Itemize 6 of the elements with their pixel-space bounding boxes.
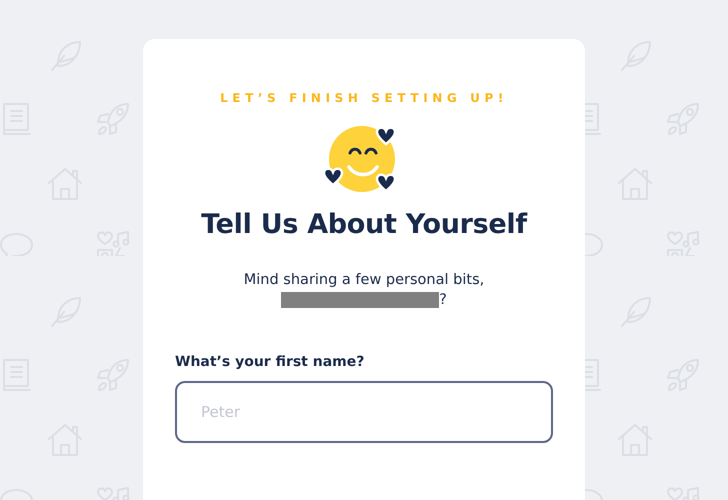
eyebrow-text: LET’S FINISH SETTING UP! xyxy=(220,91,508,105)
subtitle-text: Mind sharing a few personal bits, xyxy=(242,271,486,290)
page-title: Tell Us About Yourself xyxy=(201,209,527,240)
first-name-input[interactable]: Peter xyxy=(175,381,553,443)
question-mark-text: ? xyxy=(439,292,447,308)
field-label: What’s your first name? xyxy=(175,354,366,370)
